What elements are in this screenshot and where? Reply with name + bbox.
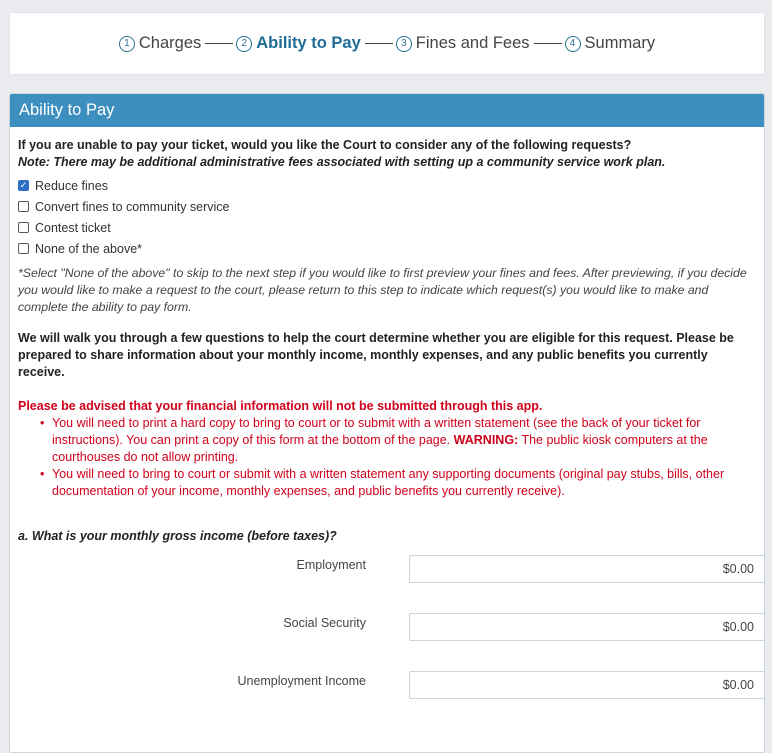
advisory-item: You will need to bring to court or submi… [40,466,756,500]
none-of-above-hint: *Select "None of the above" to skip to t… [18,266,747,314]
step-connector [533,42,562,45]
admin-fees-note: Note: There may be additional administra… [18,155,666,169]
advisory-heading: Please be advised that your financial in… [18,399,543,413]
checkbox-checked-icon[interactable]: ✓ [18,180,29,191]
step-label: Ability to Pay [256,34,361,52]
option-label: None of the above* [35,241,143,256]
advisory-list: You will need to print a hard copy to br… [40,415,756,500]
step-label: Fines and Fees [415,34,530,52]
field-label: Unemployment Income [237,674,366,688]
option-convert-community-service[interactable]: Convert fines to community service [18,196,756,217]
request-question: If you are unable to pay your ticket, wo… [18,138,632,152]
checkbox-icon[interactable] [18,243,29,254]
step-number-icon: 1 [118,35,135,52]
income-row-unemployment: Unemployment Income [18,661,764,719]
income-question: a. What is your monthly gross income (be… [18,529,337,543]
field-label: Employment [296,558,366,572]
ability-to-pay-panel: Ability to Pay If you are unable to pay … [9,93,765,753]
step-charges[interactable]: 1 Charges [118,34,202,53]
social-security-input[interactable] [409,613,764,641]
step-label: Charges [138,34,202,52]
option-label: Convert fines to community service [35,199,230,214]
employment-income-input[interactable] [409,555,764,583]
checkbox-icon[interactable] [18,222,29,233]
step-connector [205,42,234,45]
advisory-item: You will need to print a hard copy to br… [40,415,756,466]
income-row-social-security: Social Security [18,603,764,661]
option-none-of-the-above[interactable]: None of the above* [18,238,756,259]
option-label: Contest ticket [35,220,111,235]
progress-stepper: 1 Charges 2 Ability to Pay 3 Fines and F… [9,12,765,75]
panel-title: Ability to Pay [10,94,764,127]
step-number-icon: 3 [395,35,412,52]
step-number-icon: 4 [564,35,581,52]
checkbox-icon[interactable] [18,201,29,212]
warning-label: WARNING: [453,433,519,447]
option-label: Reduce fines [35,178,108,193]
unemployment-income-input[interactable] [409,671,764,699]
step-fines-and-fees[interactable]: 3 Fines and Fees [395,34,530,53]
walkthrough-text: We will walk you through a few questions… [18,331,734,379]
step-ability-to-pay[interactable]: 2 Ability to Pay [236,34,361,53]
step-summary[interactable]: 4 Summary [564,34,656,53]
step-number-icon: 2 [236,35,253,52]
field-label: Social Security [283,616,366,630]
step-connector [364,42,393,45]
request-options: ✓ Reduce fines Convert fines to communit… [18,175,756,259]
income-row-employment: Employment [18,545,764,603]
option-contest-ticket[interactable]: Contest ticket [18,217,756,238]
step-label: Summary [584,34,656,52]
option-reduce-fines[interactable]: ✓ Reduce fines [18,175,756,196]
